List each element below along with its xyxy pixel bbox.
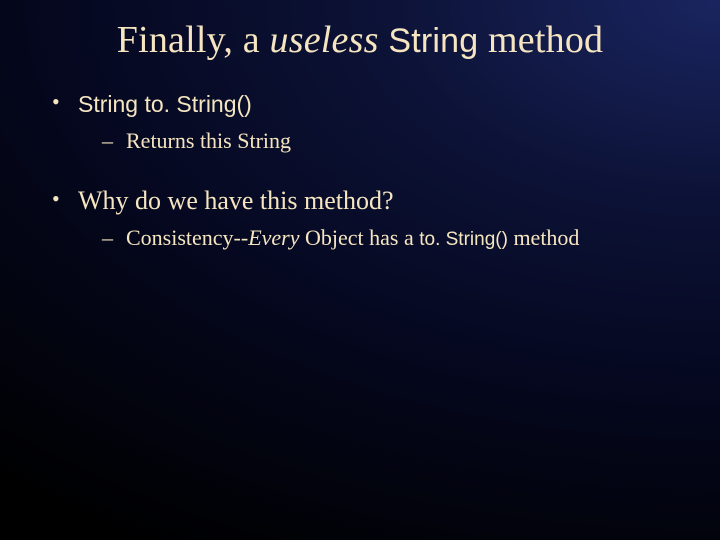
sub-1-text: Returns this String (126, 128, 291, 153)
sub-list-1: Returns this String (78, 127, 680, 156)
bullet-2-text: Why do we have this method? (78, 186, 394, 215)
sub-list-2: Consistency--Every Object has a to. Stri… (78, 224, 680, 253)
bullet-list: String to. String() Returns this String … (40, 88, 680, 252)
sub-item-1: Returns this String (100, 127, 680, 156)
slide-title: Finally, a useless String method (40, 18, 680, 62)
title-part2-italic: useless (270, 19, 379, 61)
title-part5: method (478, 19, 603, 61)
bullet-1-text: String to. String() (78, 91, 252, 117)
sub-item-2: Consistency--Every Object has a to. Stri… (100, 224, 680, 253)
sub-2-mid: Object has a (300, 225, 420, 250)
sub-2-prefix: Consistency-- (126, 225, 248, 250)
sub-2-code: to. String() (419, 229, 508, 250)
title-part1: Finally, a (117, 19, 270, 61)
title-part4-sans: String (388, 22, 478, 60)
slide: Finally, a useless String method String … (0, 0, 720, 540)
bullet-item-2: Why do we have this method? Consistency-… (46, 185, 680, 252)
title-space (379, 19, 389, 61)
sub-2-suffix: method (508, 225, 580, 250)
sub-2-italic: Every (248, 225, 299, 250)
bullet-item-1: String to. String() Returns this String (46, 88, 680, 155)
